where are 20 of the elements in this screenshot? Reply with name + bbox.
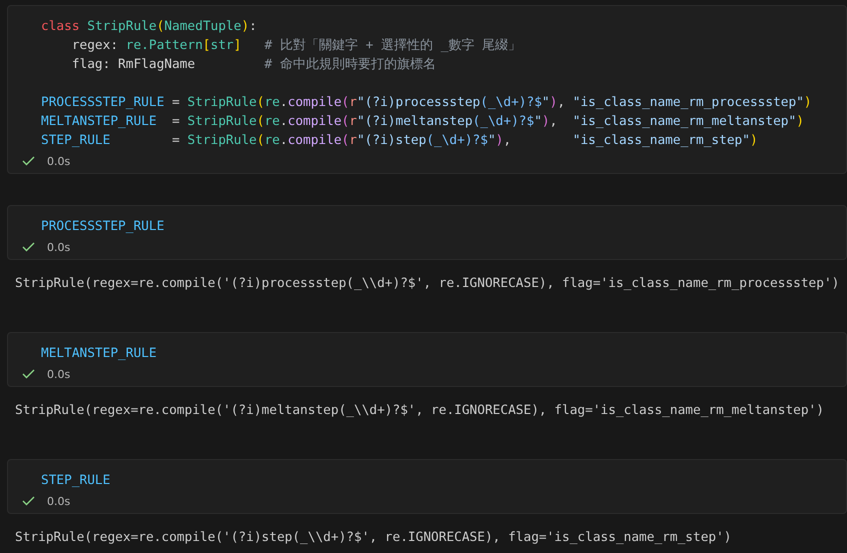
run-duration: 0.0s <box>47 494 70 508</box>
code-line: STEP_RULE = StripRule(re.compile(r"(?i)step(_\d+)?$"), "is_class_name_rm_step") <box>41 132 759 150</box>
code-line: class StripRule(NamedTuple): <box>41 18 258 36</box>
code-cell[interactable]: PROCESSSTEP_RULE 0.0s <box>7 205 847 260</box>
cell-output: StripRule(regex=re.compile('(?i)meltanstep(_\\d+)?$', re.IGNORECASE), flag='is_class_name_rm_meltanstep') <box>14 402 825 420</box>
run-duration: 0.0s <box>47 240 70 254</box>
code-line: PROCESSSTEP_RULE = StripRule(re.compile(r"(?i)processstep(_\d+)?$"), "is_class_name_rm_processstep") <box>41 94 813 112</box>
code-line: MELTANSTEP_RULE = StripRule(re.compile(r"(?i)meltanstep(_\d+)?$"), "is_class_name_rm_meltanstep") <box>41 113 805 131</box>
run-duration: 0.0s <box>47 368 70 380</box>
code-cell[interactable] <box>7 5 847 174</box>
code-cell[interactable]: STEP_RULE 0.0s <box>7 459 847 514</box>
cell-output: StripRule(regex=re.compile('(?i)processstep(_\\d+)?$', re.IGNORECASE), flag='is_class_name_rm_processstep') <box>14 275 840 293</box>
code-line: flag: RmFlagName # 命中此規則時要打的旗標名 <box>70 56 437 74</box>
code-line: regex: re.Pattern[str] # 比對「關鍵字 + 選擇性的 _數字 尾綴」 <box>70 37 522 55</box>
code-line: MELTANSTEP_RULE <box>41 345 158 363</box>
run-duration: 0.0s <box>47 154 70 168</box>
code-line: PROCESSSTEP_RULE <box>41 218 166 236</box>
code-line: STEP_RULE <box>41 472 112 490</box>
cell-output: StripRule(regex=re.compile('(?i)step(_\\d+)?$', re.IGNORECASE), flag='is_class_name_rm_step') <box>14 529 733 547</box>
code-cell[interactable]: MELTANSTEP_RULE 0.0s <box>7 332 847 387</box>
